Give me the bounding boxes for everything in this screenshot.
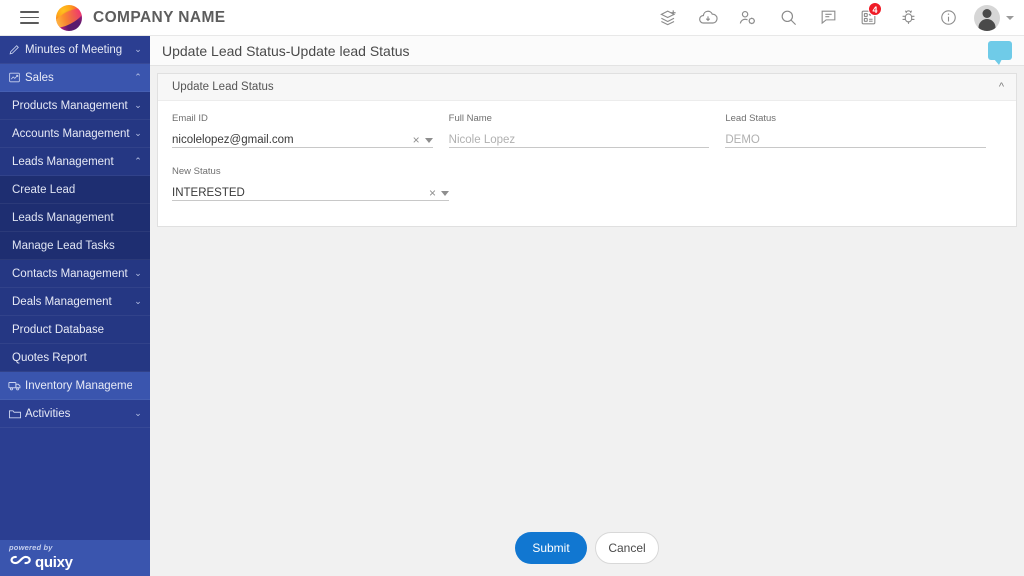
clear-icon[interactable]: × (429, 187, 436, 199)
quixy-infinity-logo (9, 553, 31, 571)
page-title-bar: Update Lead Status-Update lead Status (150, 36, 1024, 66)
sidebar-nav-list: Minutes of Meeting⌄Sales⌃Products Manage… (0, 36, 150, 428)
search-icon[interactable] (768, 0, 808, 36)
pen-icon (8, 43, 25, 56)
sidebar-item-quotes-report[interactable]: Quotes Report (0, 344, 150, 372)
user-settings-icon[interactable] (728, 0, 768, 36)
chevron-up-icon[interactable]: ⌃ (132, 157, 144, 166)
main-content: Update Lead Status-Update lead Status Up… (150, 36, 1024, 576)
card-body: Email IDnicolelopez@gmail.com×Full NameN… (158, 101, 1016, 201)
card-header: Update Lead Status ^ (158, 74, 1016, 101)
sidebar-item-label: Activities (25, 408, 132, 420)
chevron-up-icon[interactable]: ^ (999, 82, 1004, 93)
sidebar-item-label: Leads Management (12, 212, 132, 224)
field-value-full-name: Nicole Lopez (449, 134, 710, 146)
user-avatar (974, 5, 1000, 31)
sidebar-item-create-lead[interactable]: Create Lead (0, 176, 150, 204)
field-actions-new-status: × (429, 187, 449, 199)
cloud-download-icon[interactable] (688, 0, 728, 36)
field-email-id: Email ID nicolelopez@gmail.com× (172, 113, 433, 148)
powered-by-footer: powered by quixy (0, 540, 150, 576)
field-input-email-id[interactable]: nicolelopez@gmail.com× (172, 128, 433, 148)
cancel-button[interactable]: Cancel (595, 532, 659, 564)
company-name: COMPANY NAME (93, 9, 226, 27)
chevron-down-icon[interactable]: ⌄ (132, 101, 144, 110)
sidebar-item-label: Minutes of Meeting (25, 44, 132, 56)
chevron-down-icon[interactable]: ⌄ (132, 409, 144, 418)
field-input-full-name: Nicole Lopez (449, 128, 710, 148)
sidebar-item-label: Inventory Management (25, 380, 132, 392)
company-sphere-logo (56, 5, 82, 31)
update-lead-status-card: Update Lead Status ^ Email ID nicolelopez… (157, 73, 1017, 227)
sidebar-item-label: Product Database (12, 324, 132, 336)
field-actions-email-id: × (413, 134, 433, 146)
field-value-new-status: INTERESTED (172, 187, 429, 199)
powered-by-label: powered by (9, 543, 150, 552)
field-full-name: Full Name Nicole Lopez (449, 113, 710, 148)
chevron-down-icon[interactable]: ⌄ (132, 297, 144, 306)
page-title: Update Lead Status-Update lead Status (162, 43, 410, 59)
sidebar-item-accounts-management[interactable]: Accounts Management⌄ (0, 120, 150, 148)
user-avatar-menu[interactable] (974, 5, 1014, 31)
chat-icon[interactable] (808, 0, 848, 36)
sidebar-item-label: Manage Lead Tasks (12, 240, 132, 252)
field-value-lead-status: DEMO (725, 134, 986, 146)
sidebar-item-leads-management[interactable]: Leads Management⌃ (0, 148, 150, 176)
sidebar: Minutes of Meeting⌄Sales⌃Products Manage… (0, 36, 150, 576)
app-header: COMPANY NAME (0, 0, 1024, 36)
folder-icon (8, 407, 25, 421)
sidebar-item-deals-management[interactable]: Deals Management⌄ (0, 288, 150, 316)
tasks-badge: 4 (868, 2, 882, 16)
layers-add-icon[interactable] (648, 0, 688, 36)
sidebar-item-label: Contacts Management (12, 268, 132, 280)
info-icon[interactable] (928, 0, 968, 36)
field-lead-status: Lead Status DEMO (725, 113, 986, 148)
chat-bubble-icon[interactable] (988, 41, 1012, 60)
field-label-lead-status: Lead Status (725, 113, 986, 125)
field-input-lead-status: DEMO (725, 128, 986, 148)
sidebar-item-label: Accounts Management (12, 128, 132, 140)
sidebar-item-label: Deals Management (12, 296, 132, 308)
sidebar-item-activities[interactable]: Activities⌄ (0, 400, 150, 428)
hamburger-menu-icon[interactable] (12, 0, 46, 36)
quixy-brand: quixy (35, 554, 73, 571)
chevron-down-icon[interactable] (441, 191, 449, 196)
field-input-new-status[interactable]: INTERESTED× (172, 181, 449, 201)
sidebar-item-label: Sales (25, 72, 132, 84)
sidebar-item-label: Quotes Report (12, 352, 132, 364)
field-label-new-status: New Status (172, 166, 449, 178)
bug-icon[interactable] (888, 0, 928, 36)
chevron-up-icon[interactable]: ⌃ (132, 73, 144, 82)
sidebar-item-product-database[interactable]: Product Database (0, 316, 150, 344)
sidebar-item-leads-management[interactable]: Leads Management (0, 204, 150, 232)
card-title: Update Lead Status (172, 81, 999, 93)
truck-icon (8, 379, 25, 393)
chevron-down-icon[interactable]: ⌄ (132, 129, 144, 138)
header-icon-group: 4 (648, 0, 1014, 36)
tasks-icon[interactable]: 4 (848, 0, 888, 36)
sidebar-item-contacts-management[interactable]: Contacts Management⌄ (0, 260, 150, 288)
sidebar-item-products-management[interactable]: Products Management⌄ (0, 92, 150, 120)
sidebar-item-inventory-management[interactable]: Inventory Management (0, 372, 150, 400)
chevron-down-icon (1006, 16, 1014, 20)
chevron-down-icon[interactable] (425, 138, 433, 143)
submit-button[interactable]: Submit (515, 532, 587, 564)
sidebar-item-label: Leads Management (12, 156, 132, 168)
sidebar-item-minutes-of-meeting[interactable]: Minutes of Meeting⌄ (0, 36, 150, 64)
field-value-email-id: nicolelopez@gmail.com (172, 134, 413, 146)
field-label-email-id: Email ID (172, 113, 433, 125)
field-new-status: New Status INTERESTED× (172, 166, 449, 201)
chevron-down-icon[interactable]: ⌄ (132, 269, 144, 278)
sidebar-item-manage-lead-tasks[interactable]: Manage Lead Tasks (0, 232, 150, 260)
field-label-full-name: Full Name (449, 113, 710, 125)
chevron-down-icon[interactable]: ⌄ (132, 45, 144, 54)
sidebar-item-sales[interactable]: Sales⌃ (0, 64, 150, 92)
form-row-secondary: New Status INTERESTED× (158, 166, 1016, 201)
form-row-primary: Email ID nicolelopez@gmail.com× Full Name N… (158, 113, 1016, 148)
sidebar-item-label: Create Lead (12, 184, 132, 196)
clear-icon[interactable]: × (413, 134, 420, 146)
form-action-bar: Submit Cancel (150, 532, 1024, 564)
chart-icon (8, 71, 25, 84)
sidebar-item-label: Products Management (12, 100, 132, 112)
